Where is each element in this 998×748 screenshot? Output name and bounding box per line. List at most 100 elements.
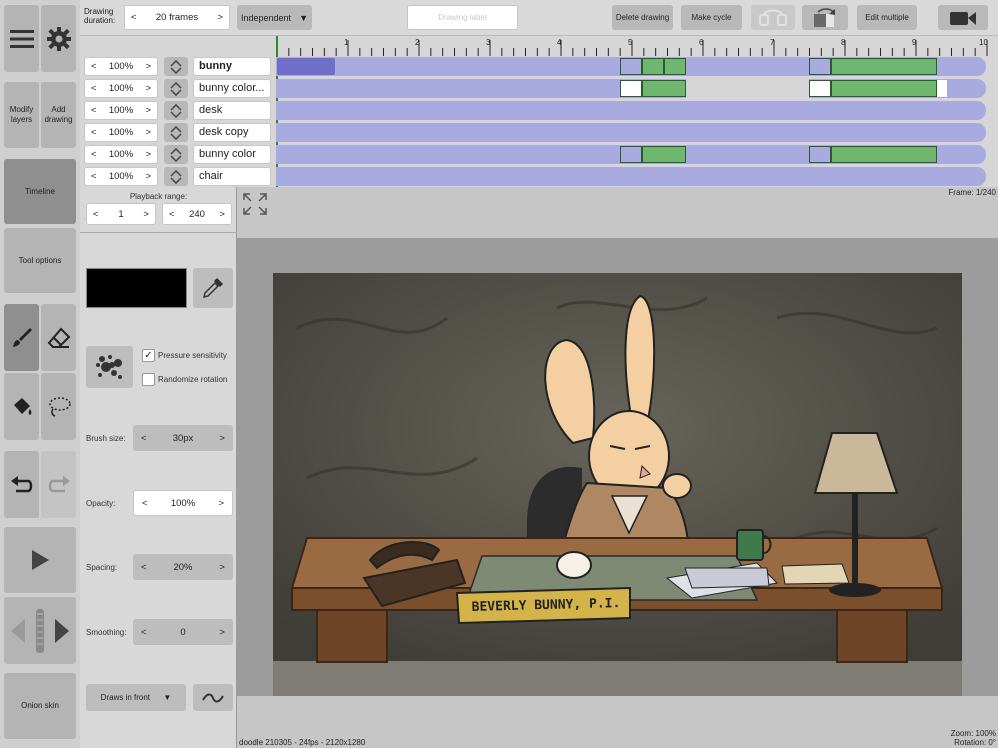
drawing-label-input[interactable]: Drawing label — [407, 5, 518, 30]
modify-layers-button[interactable]: Modify layers — [4, 82, 39, 148]
fullscreen-icon[interactable] — [242, 192, 268, 216]
layer-track[interactable] — [276, 101, 986, 120]
randomize-rotation-checkbox[interactable] — [142, 373, 155, 386]
make-cycle-button[interactable]: Make cycle — [681, 5, 742, 30]
duration-decrement[interactable]: < — [131, 12, 137, 23]
timeline-button[interactable]: Timeline — [4, 159, 76, 224]
brush-texture-button[interactable] — [86, 346, 133, 388]
keyframe-cell[interactable] — [831, 58, 937, 75]
draw-mode-dropdown[interactable]: Draws in front ▼ — [86, 684, 186, 711]
keyframe-cell[interactable] — [809, 58, 831, 75]
layer-reorder-button[interactable] — [164, 123, 188, 142]
layer-row[interactable]: <100% > chair — [80, 166, 998, 188]
layer-name[interactable]: desk — [193, 101, 271, 120]
keyframe-cell[interactable] — [620, 58, 642, 75]
smoothing-decrement[interactable]: < — [141, 627, 147, 638]
mode-dropdown[interactable]: Independent ▼ — [237, 5, 312, 30]
range-end-decrement[interactable]: < — [169, 209, 175, 220]
tool-options-button[interactable]: Tool options — [4, 228, 76, 293]
layer-reorder-button[interactable] — [164, 167, 188, 186]
keyframe-cell[interactable] — [809, 146, 831, 163]
frame-scrubber[interactable] — [4, 597, 76, 664]
brush-size-decrement[interactable]: < — [141, 433, 147, 444]
stroke-style-button[interactable] — [193, 684, 233, 711]
redo-button[interactable] — [41, 451, 76, 518]
fill-tool-button[interactable] — [4, 373, 39, 440]
draw-mode-value: Draws in front — [100, 693, 151, 702]
settings-button[interactable] — [41, 5, 76, 72]
layer-track[interactable] — [276, 123, 986, 142]
range-end-stepper[interactable]: <240 > — [162, 203, 232, 225]
duration-increment[interactable]: > — [217, 12, 223, 23]
layer-row[interactable]: <100% > desk — [80, 100, 998, 122]
layer-name[interactable]: bunny — [193, 57, 271, 76]
layer-name[interactable]: bunny color... — [193, 79, 271, 98]
keyframe-cell[interactable] — [664, 58, 686, 75]
range-start-decrement[interactable]: < — [93, 209, 99, 220]
keyframe-cell[interactable] — [642, 146, 686, 163]
frame-ruler[interactable] — [276, 36, 998, 56]
drawing-duration-stepper[interactable]: < 20 frames > — [124, 5, 230, 30]
layer-opacity-stepper[interactable]: <100% > — [84, 167, 158, 186]
keyframe-cell[interactable] — [831, 146, 937, 163]
rotation-readout: Rotation: 0° — [954, 738, 996, 747]
record-button[interactable] — [938, 5, 988, 30]
layer-opacity-stepper[interactable]: <100% > — [84, 57, 158, 76]
brush-size-increment[interactable]: > — [219, 433, 225, 444]
keyframe-cell[interactable] — [642, 80, 686, 97]
mirror-button[interactable] — [751, 5, 795, 30]
layer-track[interactable] — [276, 57, 986, 76]
pressure-sensitivity-checkbox[interactable]: ✓ — [142, 349, 155, 362]
layer-reorder-button[interactable] — [164, 145, 188, 164]
layer-reorder-button[interactable] — [164, 57, 188, 76]
drawing-stage[interactable]: BEVERLY BUNNY, P.I. — [237, 238, 998, 696]
rotate-button[interactable] — [802, 5, 848, 30]
range-end-increment[interactable]: > — [219, 209, 225, 220]
menu-button[interactable] — [4, 5, 39, 72]
range-start-stepper[interactable]: <1 > — [86, 203, 156, 225]
opacity-slider[interactable]: <100% > — [133, 490, 233, 516]
brush-tool-button[interactable] — [4, 304, 39, 371]
spacing-decrement[interactable]: < — [141, 562, 147, 573]
selected-drawing[interactable] — [277, 58, 335, 75]
layer-track[interactable] — [276, 79, 986, 98]
opacity-decrement[interactable]: < — [142, 498, 148, 509]
onion-skin-button[interactable]: Onion skin — [4, 673, 76, 739]
lasso-tool-button[interactable] — [41, 373, 76, 440]
layer-name[interactable]: chair — [193, 167, 271, 186]
layer-opacity-stepper[interactable]: <100% > — [84, 101, 158, 120]
spacing-increment[interactable]: > — [219, 562, 225, 573]
eraser-tool-button[interactable] — [41, 304, 76, 371]
brush-size-slider[interactable]: <30px > — [133, 425, 233, 451]
smoothing-slider[interactable]: <0 > — [133, 619, 233, 645]
layer-opacity-stepper[interactable]: <100% > — [84, 79, 158, 98]
layer-opacity-stepper[interactable]: <100% > — [84, 123, 158, 142]
opacity-increment[interactable]: > — [218, 498, 224, 509]
spacing-slider[interactable]: <20% > — [133, 554, 233, 580]
eyedropper-button[interactable] — [193, 268, 233, 308]
smoothing-increment[interactable]: > — [219, 627, 225, 638]
keyframe-cell[interactable] — [642, 58, 664, 75]
layer-row[interactable]: <100% > bunny color — [80, 144, 998, 166]
play-button[interactable] — [4, 527, 76, 593]
layer-reorder-button[interactable] — [164, 79, 188, 98]
keyframe-cell[interactable] — [809, 80, 831, 97]
layer-opacity-stepper[interactable]: <100% > — [84, 145, 158, 164]
layer-name[interactable]: desk copy — [193, 123, 271, 142]
layer-name[interactable]: bunny color — [193, 145, 271, 164]
color-swatch[interactable] — [86, 268, 187, 308]
layer-row[interactable]: <100% > desk copy — [80, 122, 998, 144]
range-start-increment[interactable]: > — [143, 209, 149, 220]
add-drawing-button[interactable]: Add drawing — [41, 82, 76, 148]
edit-multiple-button[interactable]: Edit multiple — [857, 5, 917, 30]
layer-track[interactable] — [276, 145, 986, 164]
layer-row[interactable]: <100% > bunny color... — [80, 78, 998, 100]
layer-row[interactable]: <100% > bunny — [80, 56, 998, 78]
layer-reorder-button[interactable] — [164, 101, 188, 120]
undo-button[interactable] — [4, 451, 39, 518]
layer-track[interactable] — [276, 167, 986, 186]
keyframe-cell[interactable] — [620, 146, 642, 163]
keyframe-cell[interactable] — [831, 80, 937, 97]
delete-drawing-button[interactable]: Delete drawing — [612, 5, 673, 30]
keyframe-cell[interactable] — [620, 80, 642, 97]
